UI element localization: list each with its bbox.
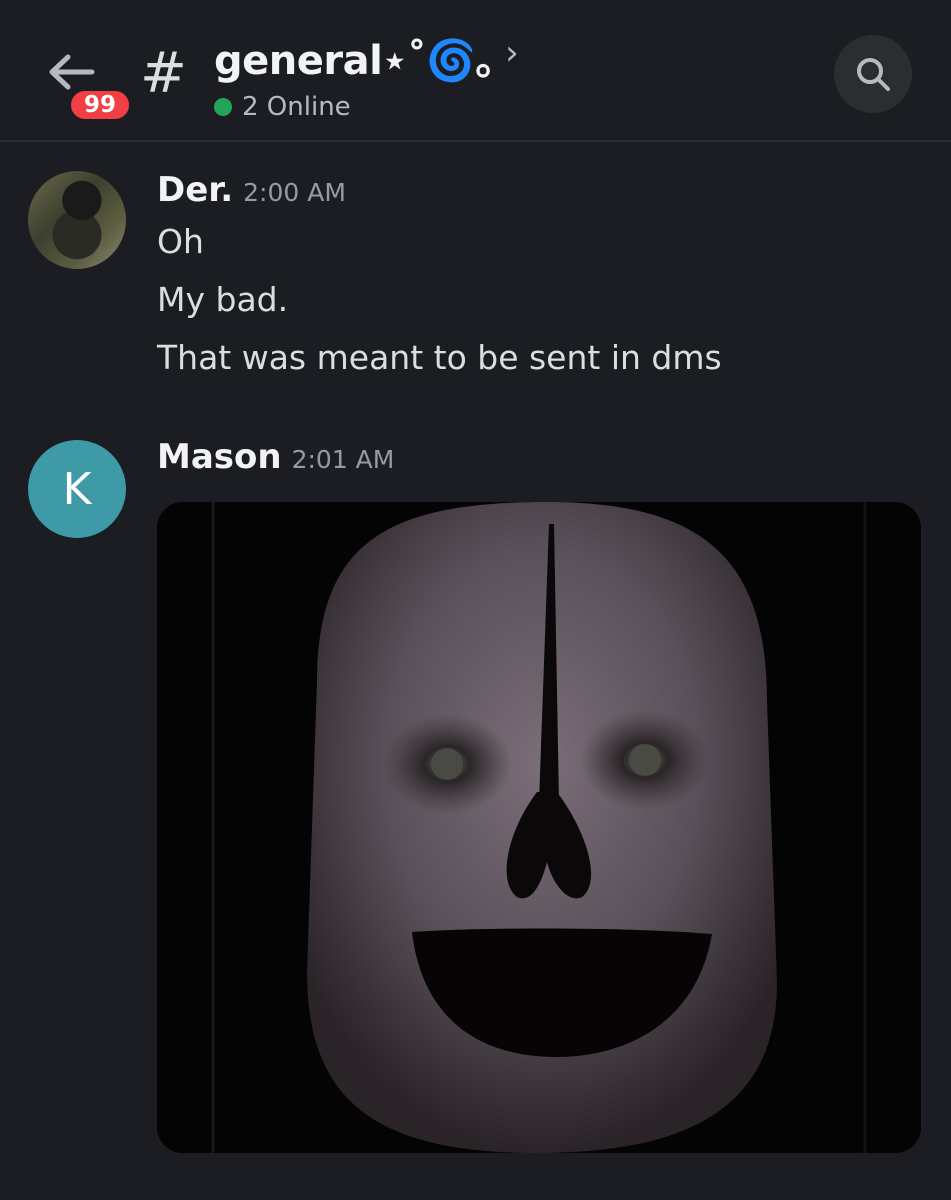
search-icon: [857, 58, 890, 91]
avatar[interactable]: K: [28, 440, 126, 538]
message-meta: Mason 2:01 AM: [157, 437, 394, 477]
online-status: 2 Online: [214, 92, 519, 122]
unread-badge: 99: [66, 86, 134, 124]
avatar[interactable]: [28, 171, 126, 269]
online-dot: [214, 98, 232, 116]
online-count: 2 Online: [242, 92, 351, 122]
timestamp: 2:00 AM: [243, 178, 346, 207]
timestamp: 2:01 AM: [291, 445, 395, 474]
channel-title[interactable]: general⋆˚🌀｡ › 2 Online: [214, 28, 519, 122]
message-text: My bad.: [157, 280, 289, 319]
message-text: That was meant to be sent in dms: [157, 338, 722, 377]
image-attachment[interactable]: [157, 502, 921, 1153]
author-name[interactable]: Mason: [157, 437, 282, 477]
search-button[interactable]: [834, 35, 912, 113]
chevron-right-icon: ›: [505, 33, 519, 73]
channel-header: 99 # general⋆˚🌀｡ › 2 Online: [0, 0, 951, 142]
channel-name: general⋆˚🌀｡: [214, 38, 496, 84]
channel-hash-icon: #: [140, 41, 187, 106]
message-meta: Der. 2:00 AM: [157, 170, 346, 210]
message-text: Oh: [157, 222, 204, 261]
author-name[interactable]: Der.: [157, 170, 233, 210]
